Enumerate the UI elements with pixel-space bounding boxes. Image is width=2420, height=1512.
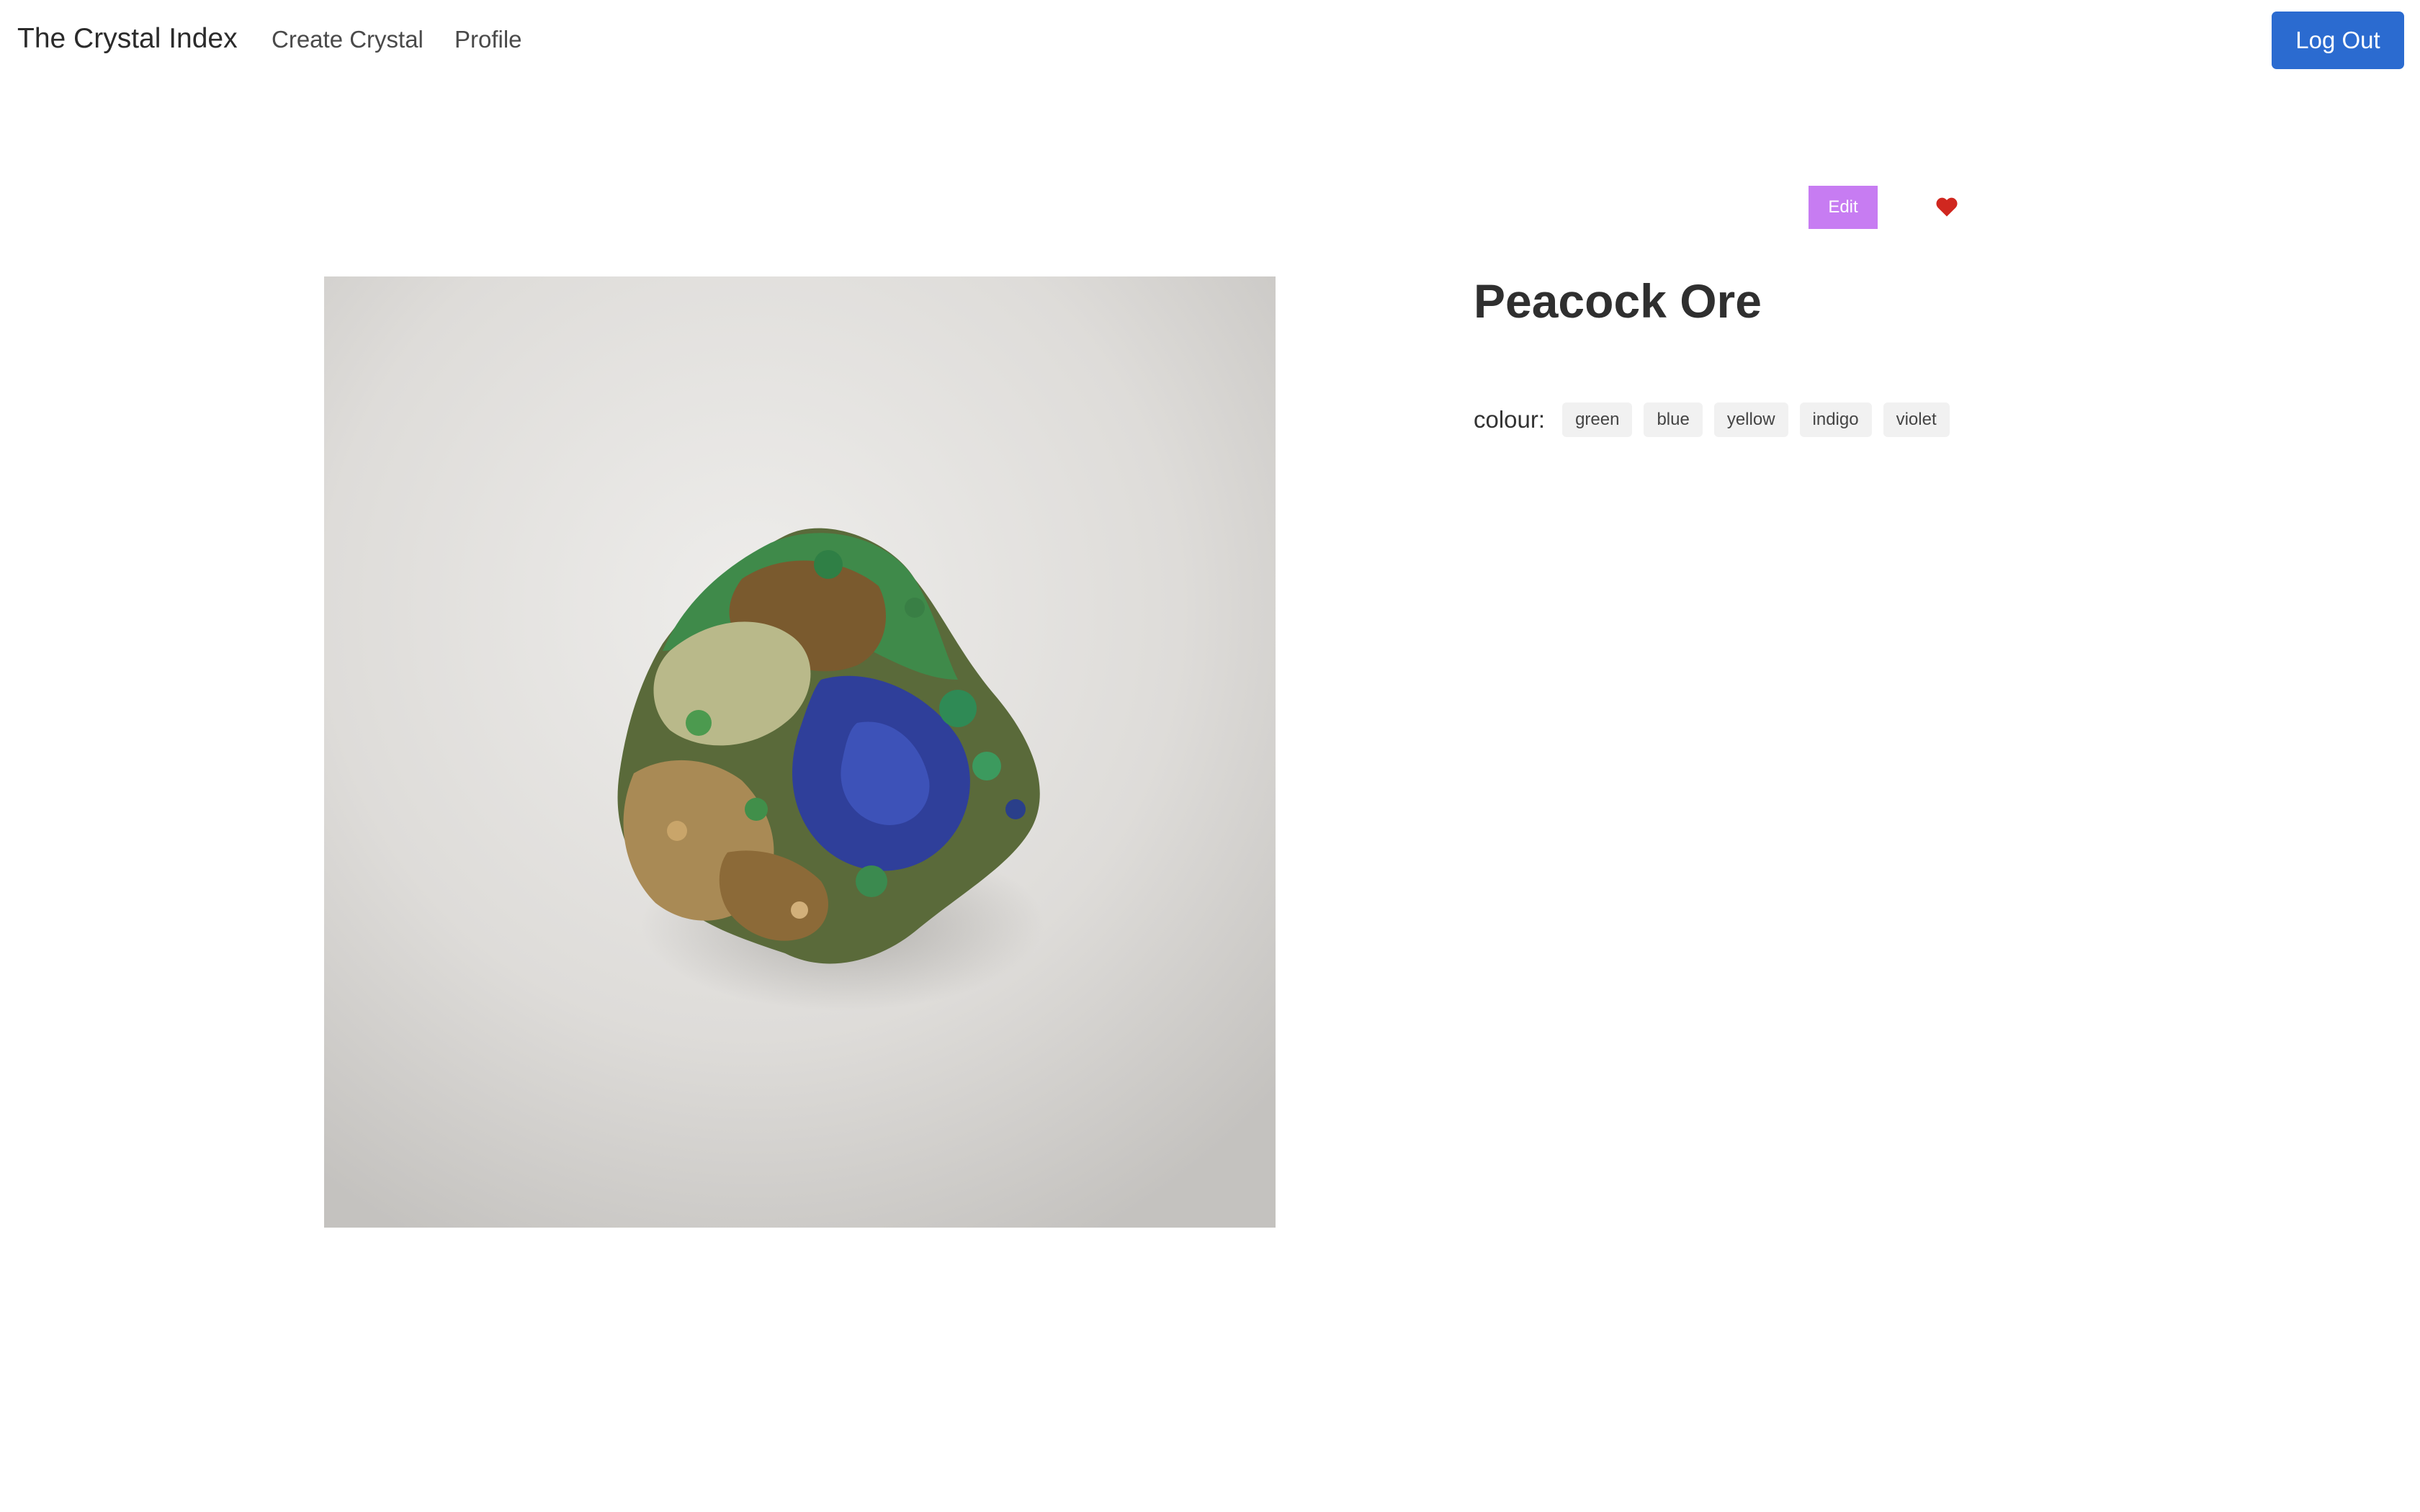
nav-link-create-crystal[interactable]: Create Crystal xyxy=(272,26,424,53)
navbar: The Crystal Index Create Crystal Profile… xyxy=(0,0,2420,82)
colour-tag-indigo[interactable]: indigo xyxy=(1799,402,1872,437)
colour-tag-yellow[interactable]: yellow xyxy=(1713,402,1788,437)
colour-tag-violet[interactable]: violet xyxy=(1883,402,1950,437)
colour-tag-green[interactable]: green xyxy=(1562,402,1633,437)
crystal-photo xyxy=(324,276,1276,1228)
colour-tag-blue[interactable]: blue xyxy=(1644,402,1703,437)
edit-button[interactable]: Edit xyxy=(1809,186,1878,229)
nav-link-profile[interactable]: Profile xyxy=(454,26,522,53)
crystal-title: Peacock Ore xyxy=(1474,274,1762,328)
favorite-button[interactable] xyxy=(1932,193,1961,222)
brand-link[interactable]: The Crystal Index xyxy=(17,23,238,55)
colour-label: colour: xyxy=(1474,406,1546,433)
heart-icon xyxy=(1936,197,1958,217)
logout-button[interactable]: Log Out xyxy=(2272,12,2404,69)
colour-row: colour: green blue yellow indigo violet xyxy=(1474,402,1961,438)
